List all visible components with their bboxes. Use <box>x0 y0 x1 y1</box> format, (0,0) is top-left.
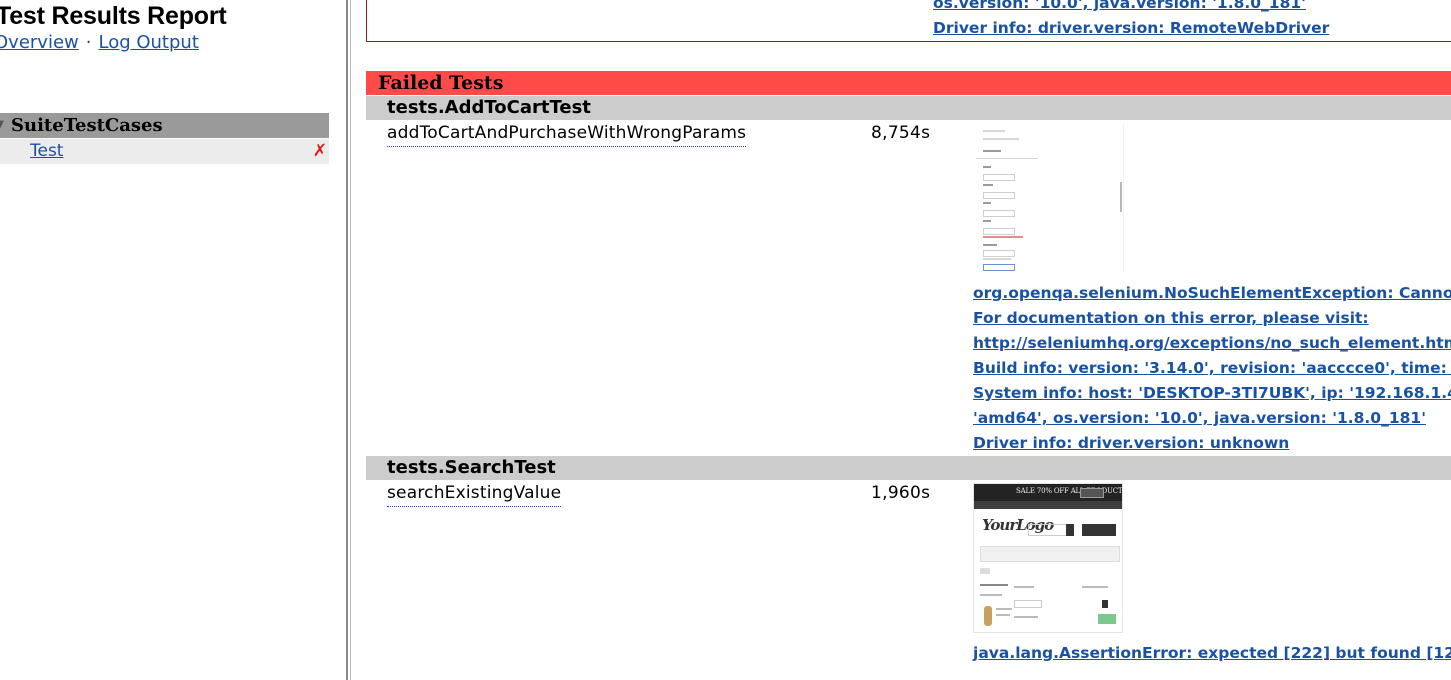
screenshot-banner-text: SALE 70% OFF ALL PRODUCTS <box>1016 487 1123 495</box>
test-method-name[interactable]: searchExistingValue <box>387 483 562 507</box>
error-link[interactable]: org.openqa.selenium.NoSuchElementExcepti… <box>973 281 1451 306</box>
fail-cross-icon: ✗ <box>312 141 327 161</box>
failure-screenshot[interactable] <box>973 124 1124 272</box>
test-link[interactable]: Test <box>30 141 63 161</box>
log-output-link[interactable]: Log Output <box>98 32 198 53</box>
error-link[interactable]: java.lang.AssertionError: expected [222]… <box>973 641 1451 666</box>
overview-link[interactable]: Overview <box>0 32 79 53</box>
report-title: Test Results Report <box>0 2 227 30</box>
error-message: java.lang.AssertionError: expected [222]… <box>973 641 1451 666</box>
failure-screenshot[interactable]: SALE 70% OFF ALL PRODUCTS YourLogo <box>973 483 1123 633</box>
error-link[interactable]: http://seleniumhq.org/exceptions/no_such… <box>973 331 1451 356</box>
main-content: os.version: '10.0', java.version: '1.8.0… <box>351 0 1451 680</box>
test-duration: 8,754s <box>871 123 931 143</box>
triangle-down-icon[interactable]: ▼ <box>0 113 4 138</box>
config-error-details: os.version: '10.0', java.version: '1.8.0… <box>933 0 1329 41</box>
nav-links: Overview · Log Output <box>0 32 199 53</box>
suite-name: SuiteTestCases <box>11 115 163 136</box>
test-duration: 1,960s <box>871 483 931 503</box>
error-link[interactable]: Driver info: driver.version: unknown <box>973 431 1451 456</box>
error-link[interactable]: System info: host: 'DESKTOP-3TI7UBK', ip… <box>973 381 1451 406</box>
error-link[interactable]: Driver info: driver.version: RemoteWebDr… <box>933 16 1329 41</box>
error-link[interactable]: 'amd64', os.version: '10.0', java.versio… <box>973 406 1451 431</box>
link-separator: · <box>85 32 92 53</box>
test-method-name[interactable]: addToCartAndPurchaseWithWrongParams <box>387 123 747 147</box>
test-class-header: tests.AddToCartTest <box>366 96 1451 120</box>
navigator-panel: Test Results Report Overview · Log Output … <box>0 0 346 680</box>
test-class-header: tests.SearchTest <box>366 456 1451 480</box>
error-link[interactable]: Build info: version: '3.14.0', revision:… <box>973 356 1451 381</box>
error-link[interactable]: For documentation on this error, please … <box>973 306 1451 331</box>
suite-header[interactable]: ▼ SuiteTestCases <box>0 113 329 138</box>
failed-tests-header: Failed Tests <box>366 71 1451 95</box>
test-list-item: Test ✗ <box>0 139 329 164</box>
error-link[interactable]: os.version: '10.0', java.version: '1.8.0… <box>933 0 1329 16</box>
error-message: org.openqa.selenium.NoSuchElementExcepti… <box>973 281 1451 456</box>
